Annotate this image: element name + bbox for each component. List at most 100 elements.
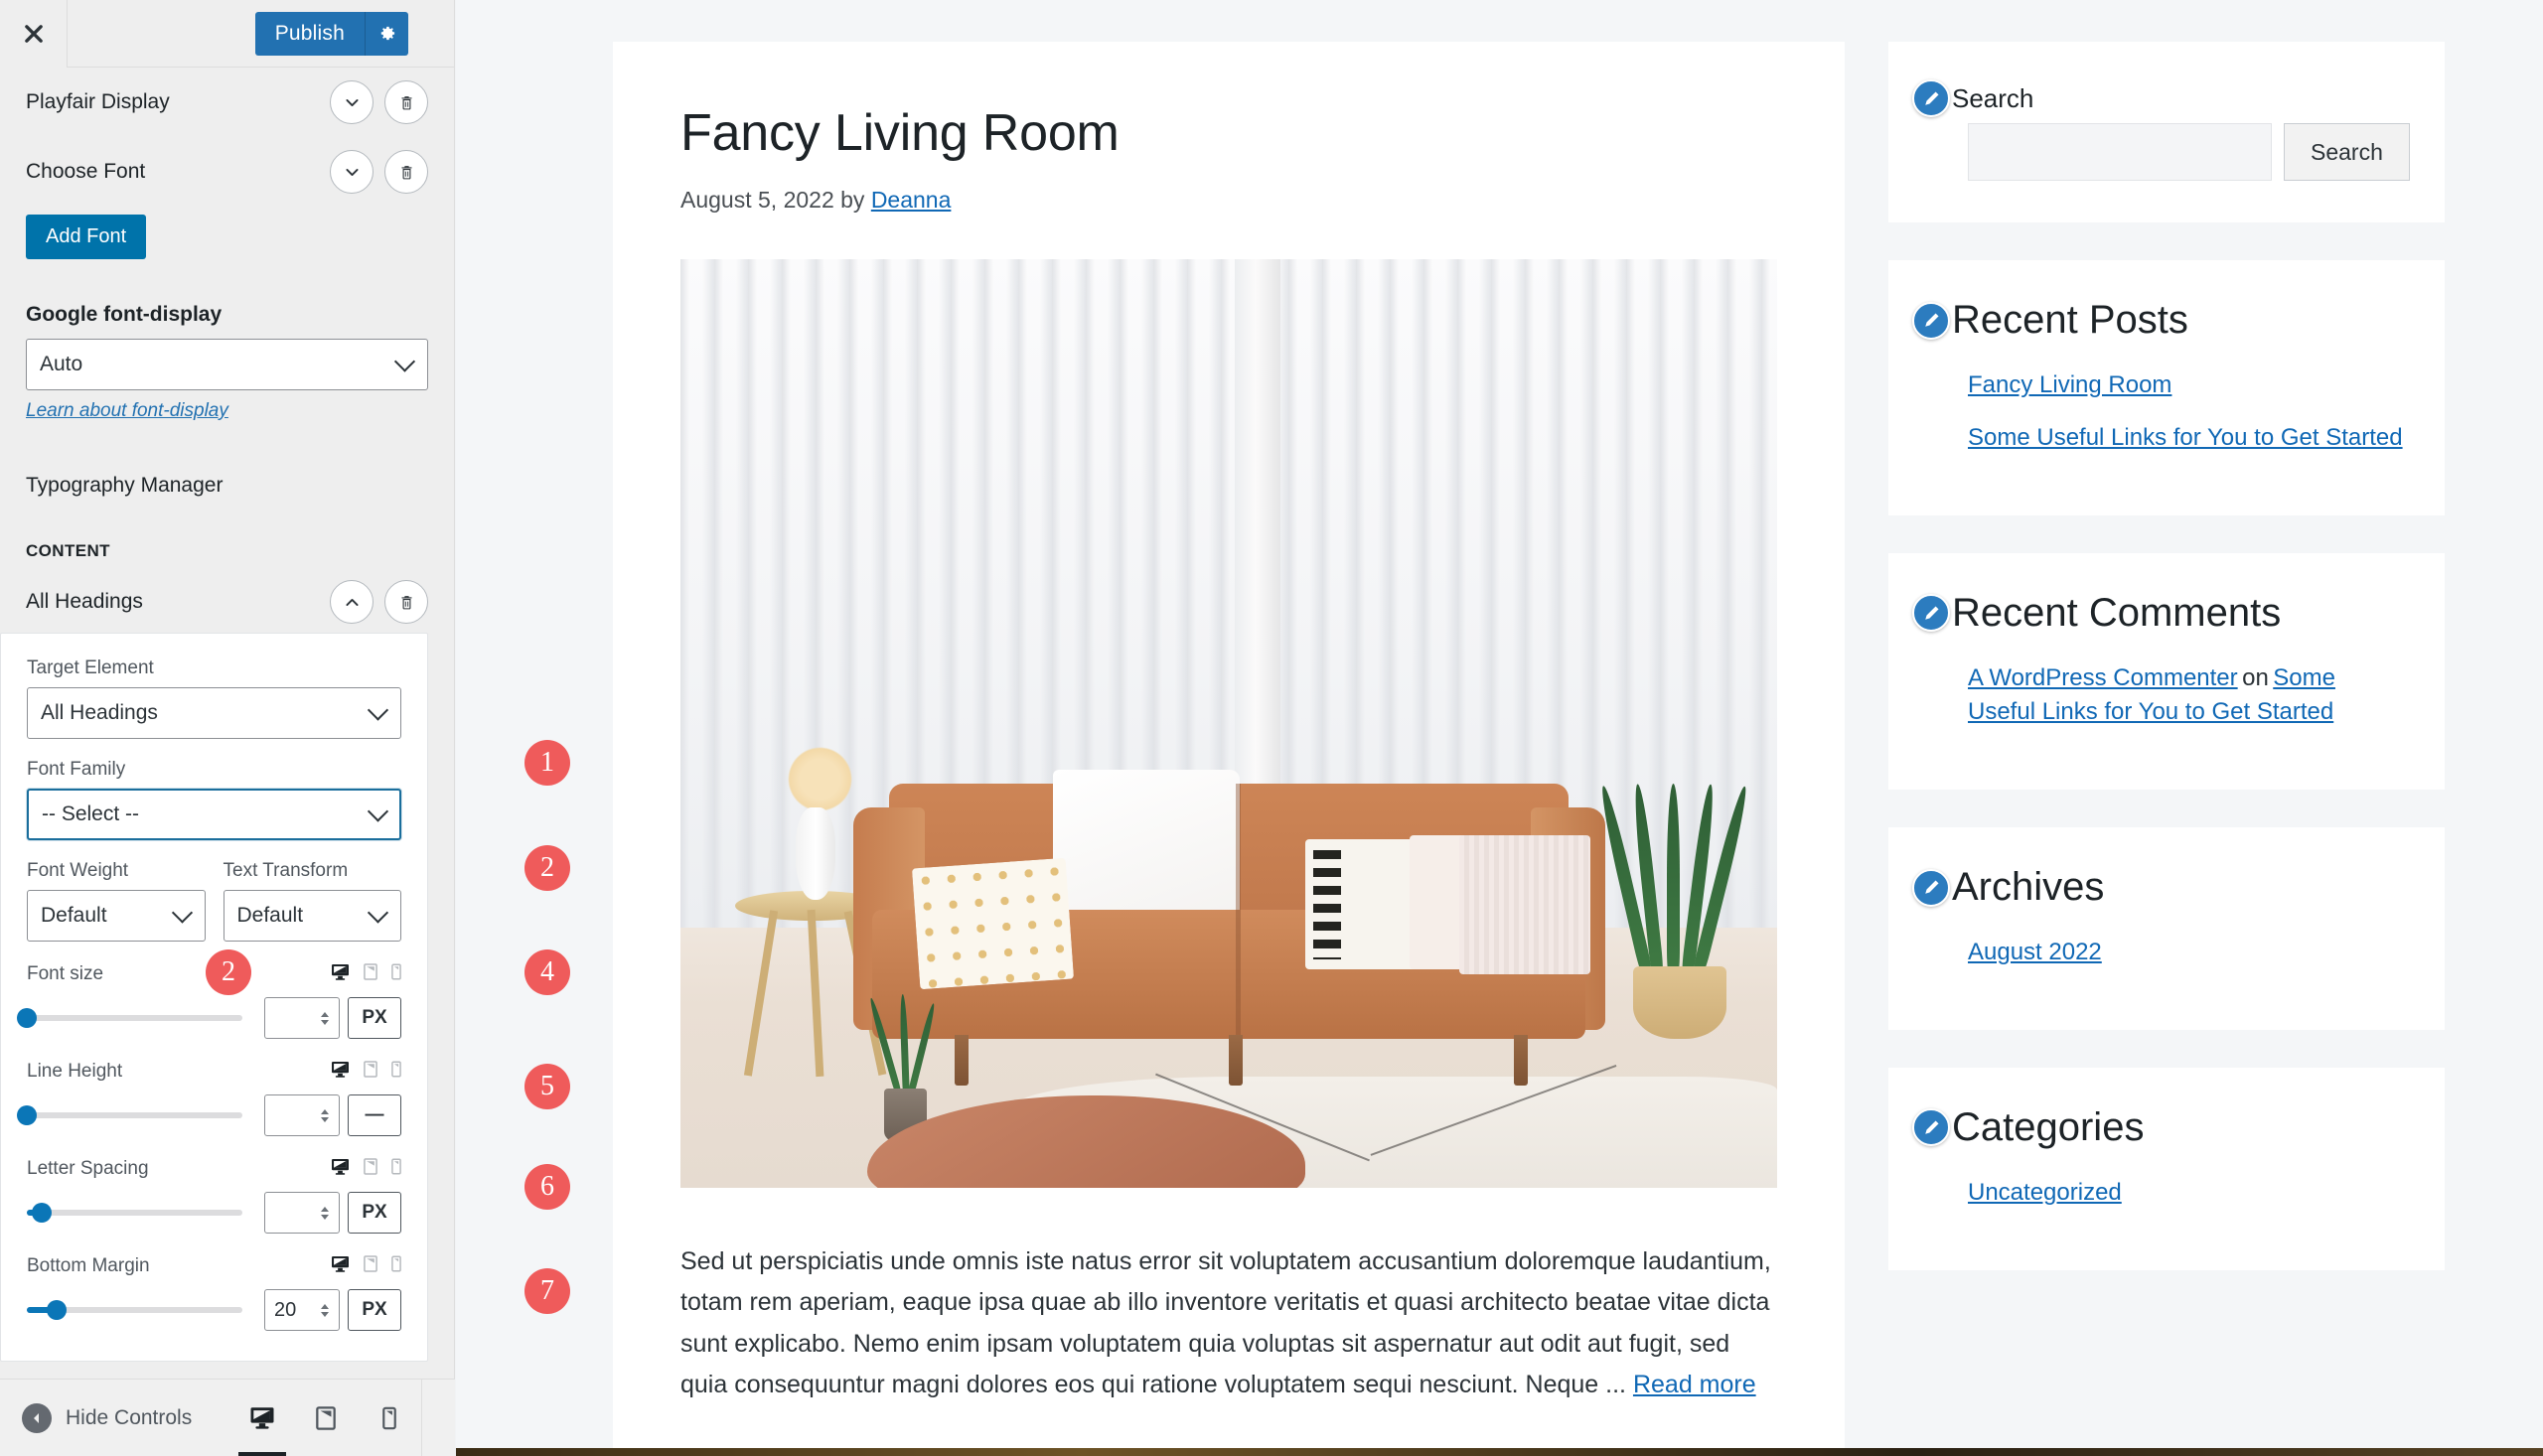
tablet-icon[interactable] (364, 963, 377, 980)
slider-thumb[interactable] (17, 1008, 37, 1028)
font-family-select[interactable]: -- Select -- (27, 789, 401, 840)
customizer-body[interactable]: Playfair Display Choose Font Add Font Go… (0, 68, 454, 1379)
desktop-icon[interactable] (331, 1061, 350, 1078)
font-display-select[interactable]: Auto (26, 339, 428, 390)
font-size-slider[interactable] (17, 1008, 242, 1028)
post-author-link[interactable]: Deanna (871, 187, 952, 213)
close-icon[interactable] (0, 0, 68, 68)
mobile-icon[interactable] (391, 1255, 401, 1272)
pencil-icon[interactable] (1912, 79, 1950, 117)
letter-spacing-stepper[interactable] (316, 1201, 333, 1225)
publish-button[interactable]: Publish (254, 11, 365, 56)
line-height-unit[interactable]: — (348, 1094, 401, 1136)
font-weight-field: Font Weight Default (27, 860, 206, 942)
font-size-numberbox[interactable] (264, 997, 340, 1039)
publish-group: Publish (254, 11, 408, 56)
line-height-slider-block: Line Height — (17, 1061, 401, 1136)
font-size-unit[interactable]: PX (348, 997, 401, 1039)
bottom-margin-stepper[interactable] (316, 1298, 333, 1322)
font-row: Choose Font (0, 137, 454, 207)
desktop-icon[interactable] (331, 963, 350, 980)
photo-snake-plant (1597, 783, 1751, 1040)
widget-header: Search (1912, 79, 2403, 117)
desktop-icon[interactable] (331, 1255, 350, 1272)
read-more-link[interactable]: Read more (1633, 1371, 1756, 1398)
target-element-select[interactable]: All Headings (27, 687, 401, 739)
tablet-icon[interactable] (364, 1158, 377, 1175)
line-height-slider[interactable] (17, 1105, 242, 1125)
trash-icon[interactable] (384, 580, 428, 624)
chevron-up-icon[interactable] (330, 580, 374, 624)
photo-basket (1632, 966, 1727, 1040)
mobile-icon[interactable] (391, 1061, 401, 1078)
target-element-label: Target Element (27, 657, 154, 678)
device-toggle-group (331, 1061, 401, 1078)
trash-icon[interactable] (384, 150, 428, 194)
footer-desktop-icon[interactable] (230, 1380, 294, 1456)
pencil-icon[interactable] (1912, 868, 1950, 907)
search-form: Search (1930, 123, 2410, 181)
font-size-input[interactable] (274, 1006, 314, 1030)
mobile-icon[interactable] (391, 1158, 401, 1175)
footer-mobile-icon[interactable] (358, 1380, 421, 1456)
bottom-margin-input[interactable] (274, 1298, 314, 1322)
widget-search: Search Search (1888, 42, 2445, 222)
search-input[interactable] (1968, 123, 2272, 181)
trash-icon[interactable] (384, 80, 428, 124)
bottom-margin-unit[interactable]: PX (348, 1289, 401, 1331)
desktop-icon[interactable] (331, 1158, 350, 1175)
archive-link[interactable]: August 2022 (1968, 939, 2102, 965)
font-size-stepper[interactable] (316, 1006, 333, 1030)
chevron-down-icon[interactable] (330, 80, 374, 124)
page-title: Fancy Living Room (680, 104, 1120, 162)
slider-thumb[interactable] (32, 1203, 53, 1223)
bottom-margin-slider[interactable] (27, 1300, 242, 1320)
typography-settings-card: Target Element All Headings Font Family … (0, 633, 428, 1362)
slider-thumb[interactable] (17, 1105, 37, 1125)
weight-transform-row: Font Weight Default Text Transform Defau… (27, 860, 401, 942)
letter-spacing-unit[interactable]: PX (348, 1192, 401, 1234)
pencil-icon[interactable] (1912, 301, 1950, 340)
font-weight-select[interactable]: Default (27, 890, 206, 942)
text-transform-label: Text Transform (223, 860, 349, 881)
hide-controls-button[interactable]: Hide Controls (0, 1402, 193, 1433)
footer-tablet-icon[interactable] (294, 1380, 358, 1456)
learn-font-display-link[interactable]: Learn about font-display (26, 400, 228, 422)
line-height-numberbox[interactable] (264, 1094, 340, 1136)
letter-spacing-slider[interactable] (27, 1203, 242, 1223)
search-button[interactable]: Search (2284, 123, 2410, 181)
text-transform-select[interactable]: Default (223, 890, 401, 942)
post-date: August 5, 2022 (680, 187, 834, 213)
font-row-label: Choose Font (26, 160, 146, 183)
add-font-button[interactable]: Add Font (26, 215, 147, 259)
mobile-icon[interactable] (391, 963, 401, 980)
customizer-header: Publish (0, 0, 454, 68)
customizer-panel: Publish Playfair Display Choose Font Add… (0, 0, 455, 1456)
commenter-link[interactable]: A WordPress Commenter (1968, 664, 2238, 691)
all-headings-row: All Headings (0, 571, 454, 633)
gear-icon[interactable] (365, 11, 408, 56)
device-toggle-group (331, 963, 401, 980)
widget-archives: Archives August 2022 (1888, 827, 2445, 1030)
pencil-icon[interactable] (1912, 1108, 1950, 1147)
list-item: Fancy Living Room (1968, 368, 2403, 403)
letter-spacing-numberbox[interactable] (264, 1192, 340, 1234)
category-link[interactable]: Uncategorized (1968, 1179, 2122, 1206)
tablet-icon[interactable] (364, 1061, 377, 1078)
hide-controls-label: Hide Controls (66, 1405, 193, 1429)
chevron-down-icon[interactable] (330, 150, 374, 194)
recent-post-link[interactable]: Fancy Living Room (1968, 371, 2171, 398)
letter-spacing-input[interactable] (274, 1201, 314, 1225)
font-size-slider-row: PX (17, 997, 401, 1039)
tablet-icon[interactable] (364, 1255, 377, 1272)
font-display-select-wrap: Auto (26, 339, 428, 390)
font-size-slider-header: Font size (27, 963, 401, 985)
slider-thumb[interactable] (47, 1300, 68, 1320)
post-excerpt: Sed ut perspiciatis unde omnis iste natu… (680, 1241, 1777, 1405)
pencil-icon[interactable] (1912, 594, 1950, 633)
line-height-input[interactable] (274, 1103, 314, 1127)
recent-post-link[interactable]: Some Useful Links for You to Get Started (1968, 424, 2403, 451)
line-height-stepper[interactable] (316, 1103, 333, 1127)
font-size-slider-block: Font size PX (17, 963, 401, 1039)
bottom-margin-numberbox[interactable] (264, 1289, 340, 1331)
